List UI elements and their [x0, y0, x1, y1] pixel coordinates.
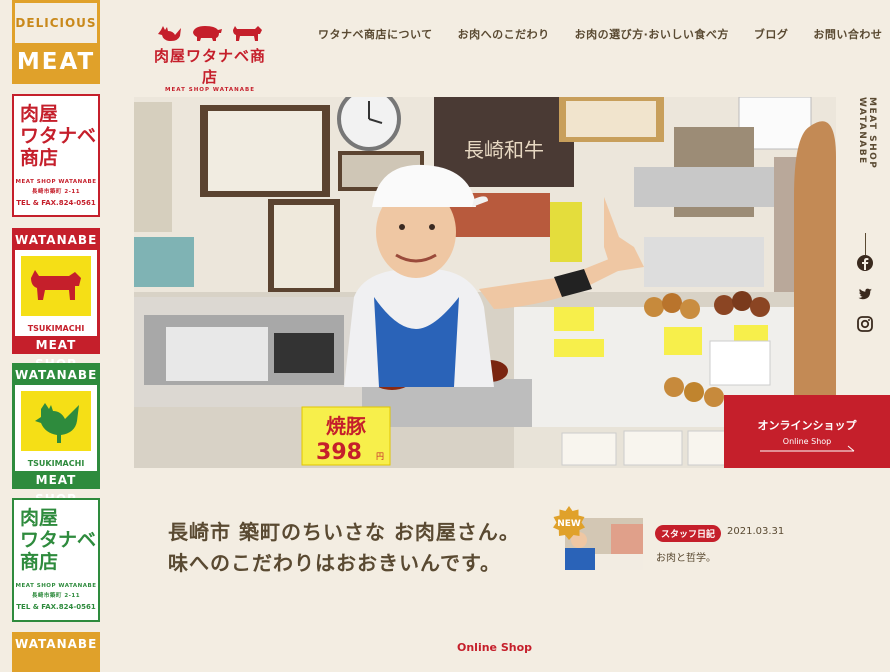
shop-card-kanji-line: ワタナベ [20, 529, 97, 551]
instagram-icon-svg [857, 316, 873, 332]
shop-card-address: 長崎市築町 2-11 [31, 593, 81, 599]
shop-card-tel: TEL & FAX.824-0561 [16, 603, 96, 611]
meat-label: MEAT [16, 49, 96, 75]
shop-card-kanji: 肉屋 ワタナベ 商店 [14, 96, 98, 169]
shop-card-kanji-line: 商店 [20, 551, 59, 573]
tsukimachi-label: TSUKIMACHI [27, 459, 85, 468]
online-shop-button[interactable]: オンラインショップ Online Shop [724, 395, 890, 468]
tsukimachi-label: TSUKIMACHI [27, 324, 85, 333]
arrow-right-icon [760, 445, 855, 452]
shop-card-kanji-line: ワタナベ [20, 125, 97, 147]
shop-card-en: MEAT SHOP WATANABE [15, 179, 97, 185]
headline-line-2: 味へのこだわりはおおきいんです。 [168, 551, 501, 575]
watanabe-header: WATANABE [15, 368, 98, 382]
rooster-icon [158, 26, 181, 41]
shop-card-red[interactable]: 肉屋 ワタナベ 商店 MEAT SHOP WATANABE 長崎市築町 2-11… [12, 94, 100, 217]
meat-shop-label: MEAT SHOP [35, 473, 77, 506]
shop-card-en: MEAT SHOP WATANABE [15, 583, 97, 589]
pig-icon [193, 26, 222, 41]
nav-item-blog[interactable]: ブログ [754, 26, 789, 42]
shop-card-green[interactable]: 肉屋 ワタナベ 商店 MEAT SHOP WATANABE 長崎市築町 2-11… [12, 498, 100, 622]
online-shop-label-jp: オンラインショップ [757, 419, 857, 432]
nav-item-how-to-choose[interactable]: お肉の選び方·おいしい食べ方 [575, 26, 729, 42]
twitter-icon[interactable] [857, 286, 875, 304]
nav-item-about[interactable]: ワタナベ商店について [318, 26, 433, 42]
divider [865, 233, 866, 255]
watanabe-header: WATANABE [15, 233, 98, 247]
twitter-icon-svg [858, 288, 872, 300]
price-sign-item: 焼豚 [326, 414, 366, 438]
cow-icon [233, 26, 262, 41]
main-headline: 長崎市 築町のちいさな お肉屋さん。 味へのこだわりはおおきいんです。 [168, 517, 520, 579]
new-badge-star-icon: NEW [553, 506, 585, 540]
delicious-meat-badge[interactable]: DELICIOUS MEAT [12, 0, 100, 84]
nav-item-commitment[interactable]: お肉へのこだわり [458, 26, 550, 42]
vertical-brand-text: MEAT SHOP WATANABE [857, 97, 877, 227]
watanabe-rooster-logo: TSUKIMACHI [15, 385, 97, 471]
price-sign-value: 398 [316, 440, 362, 465]
shop-card-kanji-line: 商店 [20, 147, 59, 169]
shop-card-kanji: 肉屋 ワタナベ 商店 [14, 500, 98, 573]
vertical-brand-label: MEAT SHOP WATANABE [857, 97, 877, 170]
facebook-icon-svg [857, 255, 873, 271]
watanabe-cow-card[interactable]: WATANABE TSUKIMACHI MEAT SHOP [12, 228, 100, 371]
logo-animals [148, 24, 272, 42]
logo-subtitle: MEAT SHOP WATANABE [165, 87, 255, 93]
delicious-label: DELICIOUS [15, 3, 97, 43]
shop-card-kanji-line: 肉屋 [20, 103, 59, 125]
meat-shop-label: MEAT SHOP [35, 338, 77, 371]
instagram-icon[interactable] [857, 316, 875, 334]
watanabe-partial-card[interactable]: WATANABE [12, 632, 100, 672]
yellow-panel [21, 256, 91, 316]
shop-card-tel: TEL & FAX.824-0561 [16, 199, 96, 207]
logo-name: 肉屋ワタナベ商店 [153, 47, 266, 86]
watanabe-header: WATANABE [15, 637, 98, 651]
price-sign-unit: 円 [376, 452, 384, 461]
rooster-icon [35, 403, 79, 443]
facebook-icon[interactable] [857, 255, 875, 273]
watanabe-rooster-card[interactable]: WATANABE TSUKIMACHI MEAT SHOP [12, 363, 100, 506]
main-nav: ワタナベ商店について お肉へのこだわり お肉の選び方·おいしい食べ方 ブログ お… [318, 26, 882, 42]
new-badge: NEW [552, 506, 586, 540]
watanabe-cow-logo: TSUKIMACHI [15, 250, 97, 336]
new-label: NEW [557, 519, 581, 529]
yellow-panel [21, 391, 91, 451]
site-logo[interactable]: 肉屋ワタナベ商店 MEAT SHOP WATANABE [148, 24, 272, 93]
shop-card-kanji-line: 肉屋 [20, 507, 59, 529]
shop-card-address: 長崎市築町 2-11 [31, 189, 81, 195]
news-title[interactable]: お肉と哲学。 [656, 549, 716, 564]
cow-icon [31, 270, 81, 300]
headline-line-1: 長崎市 築町のちいさな お肉屋さん。 [168, 520, 520, 544]
section-label-online-shop: Online Shop [457, 641, 533, 654]
nav-item-contact[interactable]: お問い合わせ [813, 26, 882, 42]
news-category-badge[interactable]: スタッフ日記 [655, 525, 722, 542]
store-sign-text: 長崎和牛 [464, 138, 544, 162]
news-date: 2021.03.31 [727, 526, 785, 537]
